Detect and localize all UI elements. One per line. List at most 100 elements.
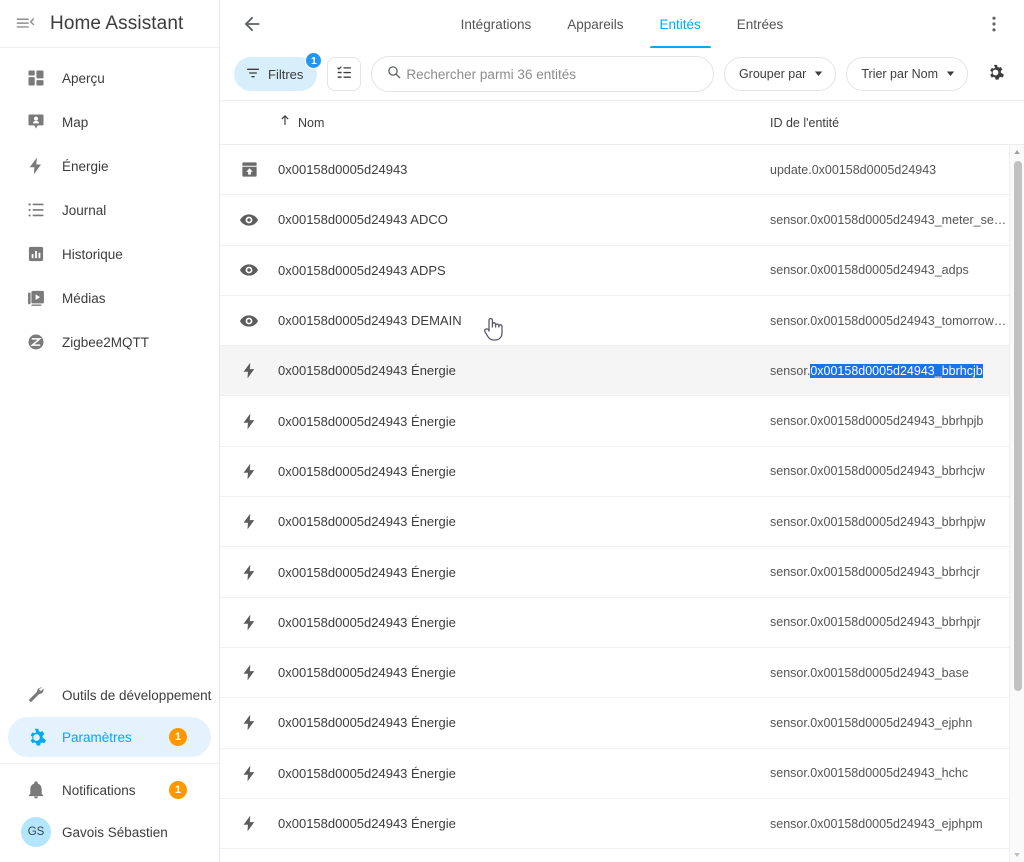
tab-integrations[interactable]: Intégrations: [443, 0, 550, 48]
sidebar-item-historique[interactable]: Historique: [8, 234, 211, 274]
scroll-up-arrow-icon[interactable]: [1010, 145, 1024, 159]
table-row[interactable]: 0x00158d0005d24943 Énergie sensor.0x00158…: [220, 497, 1024, 548]
row-name-label: 0x00158d0005d24943 ADPS: [278, 262, 446, 278]
sidebar-nav-list: Aperçu Map Énergie Journal Historique Mé…: [0, 48, 219, 364]
entities-table: Nom ID de l'entité 0x00158d0005d24943 upd…: [220, 100, 1024, 862]
sidebar-item-parametres[interactable]: Paramètres 1: [8, 717, 211, 757]
main-content: Intégrations Appareils Entités Entrées F…: [220, 0, 1024, 862]
table-settings-button[interactable]: [978, 57, 1012, 91]
lightning-bolt-icon: [220, 764, 278, 783]
sidebar-item-map[interactable]: Map: [8, 102, 211, 142]
table-row[interactable]: 0x00158d0005d24943 ADCO sensor.0x00158d00…: [220, 195, 1024, 246]
row-name-label: 0x00158d0005d24943 Énergie: [278, 463, 456, 479]
row-entity-id-cell: sensor.0x00158d0005d24943_bbrhpjb: [770, 414, 984, 429]
row-name-cell: 0x00158d0005d24943 DEMAIN: [220, 311, 768, 331]
lightning-bolt-icon: [220, 814, 278, 833]
tab-appareils[interactable]: Appareils: [549, 0, 641, 48]
format-list-bulleted-icon: [16, 200, 56, 220]
overflow-menu-button[interactable]: [974, 4, 1014, 44]
lightning-bolt-icon: [220, 361, 278, 380]
group-by-label: Grouper par: [738, 67, 807, 81]
sidebar-item-label: Map: [62, 114, 89, 130]
eye-icon: [220, 311, 278, 331]
table-header-row: Nom ID de l'entité: [220, 101, 1024, 145]
row-name-label: 0x00158d0005d24943 Énergie: [278, 614, 456, 630]
row-name-cell: 0x00158d0005d24943 Énergie: [220, 563, 768, 582]
lightning-bolt-icon: [220, 713, 278, 732]
row-name-cell: 0x00158d0005d24943 Énergie: [220, 462, 768, 481]
menu-collapse-icon[interactable]: [10, 9, 40, 39]
lightning-bolt-icon: [220, 663, 278, 682]
view-dashboard-icon: [16, 68, 56, 88]
table-row[interactable]: 0x00158d0005d24943 Énergie sensor.0x00158…: [220, 346, 1024, 397]
row-entity-id-cell: sensor.0x00158d0005d24943_bbrhpjr: [770, 615, 981, 630]
play-box-multiple-icon: [16, 288, 56, 308]
arrow-up-icon: [278, 113, 292, 132]
app-title: Home Assistant: [50, 12, 184, 34]
lightning-bolt-icon: [220, 563, 278, 582]
selection-mode-button[interactable]: [327, 57, 362, 91]
sidebar-item-outils-de-developpement[interactable]: Outils de développement: [8, 675, 211, 715]
avatar-initials: GS: [21, 817, 51, 847]
sidebar-item-zigbee2mqtt[interactable]: Zigbee2MQTT: [8, 322, 211, 362]
tab-entites[interactable]: Entités: [642, 0, 719, 48]
row-entity-id-cell: sensor.0x00158d0005d24943_hchc: [770, 766, 969, 781]
column-header-entity-id-label: ID de l'entité: [770, 115, 840, 130]
scrollbar-thumb[interactable]: [1014, 161, 1022, 691]
row-entity-id-cell: sensor.0x00158d0005d24943_bbrhcjb: [768, 363, 1008, 378]
table-row[interactable]: 0x00158d0005d24943 ADPS sensor.0x00158d00…: [220, 246, 1024, 296]
sidebar-badge-parametres: 1: [169, 728, 187, 746]
table-row[interactable]: 0x00158d0005d24943 Énergie sensor.0x00158…: [220, 799, 1024, 850]
entity-id-prefix: sensor.: [770, 363, 811, 378]
row-name-label: 0x00158d0005d24943 Énergie: [278, 715, 456, 731]
header-actions: [974, 4, 1024, 44]
eye-icon: [220, 260, 278, 280]
tab-entrees[interactable]: Entrées: [719, 0, 802, 48]
column-header-entity-id[interactable]: ID de l'entité: [768, 114, 1008, 132]
table-row[interactable]: 0x00158d0005d24943 DEMAIN sensor.0x00158d…: [220, 296, 1024, 347]
group-by-button[interactable]: Grouper par: [723, 57, 837, 91]
table-scrollbar[interactable]: [1009, 145, 1024, 862]
filters-button[interactable]: Filtres 1: [234, 52, 323, 91]
zigbee-icon: [16, 332, 56, 352]
sidebar-item-label: Journal: [62, 202, 107, 218]
search-box[interactable]: [371, 56, 714, 92]
table-row[interactable]: 0x00158d0005d24943 update.0x00158d0005d24…: [220, 145, 1024, 196]
column-header-name[interactable]: Nom: [220, 113, 768, 132]
row-name-label: 0x00158d0005d24943 Énergie: [278, 765, 456, 781]
table-row[interactable]: 0x00158d0005d24943 Énergie sensor.0x00158…: [220, 749, 1024, 799]
sidebar-item-medias[interactable]: Médias: [8, 278, 211, 318]
table-row[interactable]: 0x00158d0005d24943 Énergie sensor.0x00158…: [220, 648, 1024, 699]
lightning-bolt-icon: [16, 156, 56, 176]
lightning-bolt-icon: [220, 512, 278, 531]
filters-label: Filtres: [268, 66, 304, 82]
table-row[interactable]: 0x00158d0005d24943 Énergie sensor.0x00158…: [220, 396, 1024, 447]
row-entity-id-cell: sensor.0x00158d0005d24943_adps: [770, 263, 969, 278]
page-header: Intégrations Appareils Entités Entrées: [220, 0, 1024, 48]
back-button[interactable]: [232, 4, 272, 44]
table-row[interactable]: 0x00158d0005d24943 Énergie sensor.0x00158…: [220, 598, 1024, 648]
hammer-icon: [16, 685, 56, 705]
row-name-label: 0x00158d0005d24943 Énergie: [278, 665, 456, 681]
table-row[interactable]: 0x00158d0005d24943 Énergie sensor.0x00158…: [220, 698, 1024, 749]
app-root: Home Assistant Aperçu Map Énergie Journa…: [0, 0, 1024, 862]
sidebar-item-energie[interactable]: Énergie: [8, 146, 211, 186]
back-button-wrapper: [220, 4, 272, 44]
table-row[interactable]: 0x00158d0005d24943 Énergie sensor.0x00158…: [220, 447, 1024, 498]
avatar: GS: [16, 817, 56, 847]
package-up-icon: [220, 160, 278, 179]
sort-by-button[interactable]: Trier par Nom: [846, 57, 968, 91]
search-input[interactable]: [406, 66, 699, 82]
row-name-label: 0x00158d0005d24943 ADCO: [278, 212, 448, 228]
sidebar-item-journal[interactable]: Journal: [8, 190, 211, 230]
table-row[interactable]: 0x00158d0005d24943 Énergie sensor.0x00158…: [220, 547, 1024, 598]
sidebar-item-user-profile[interactable]: GS Gavois Sébastien: [8, 812, 211, 852]
row-name-label: 0x00158d0005d24943 Énergie: [278, 514, 456, 530]
sidebar-divider: [0, 763, 219, 764]
lightning-bolt-icon: [220, 613, 278, 632]
row-entity-id-cell: sensor.0x00158d0005d24943_meter_serial_n…: [770, 212, 1008, 227]
scroll-down-arrow-icon[interactable]: [1010, 848, 1024, 862]
sidebar-item-notifications[interactable]: Notifications 1: [8, 770, 211, 810]
sidebar-item-apercu[interactable]: Aperçu: [8, 58, 211, 98]
row-name-label: 0x00158d0005d24943 Énergie: [278, 564, 456, 580]
